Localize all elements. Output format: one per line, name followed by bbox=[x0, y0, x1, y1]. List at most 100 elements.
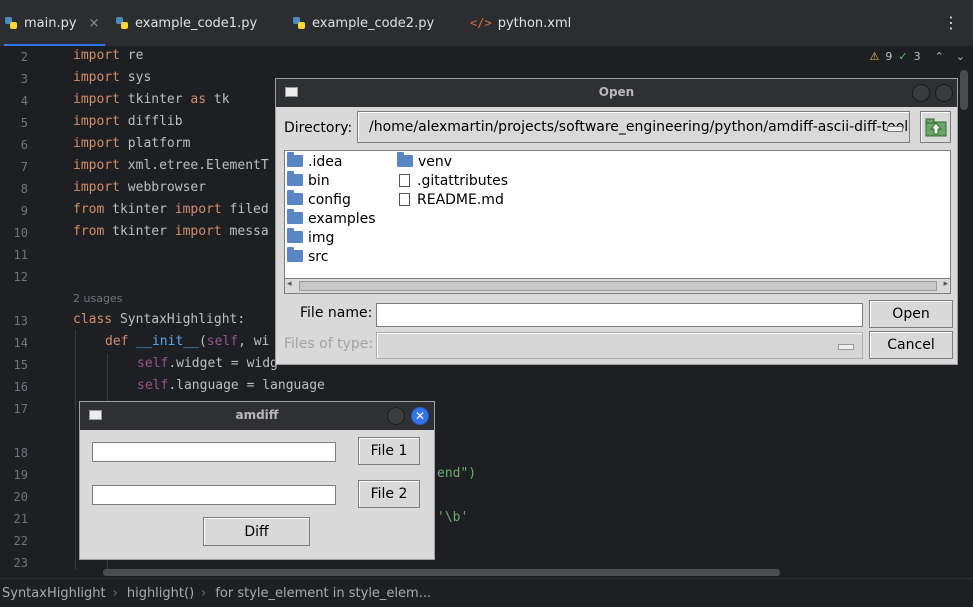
line-number: 18 bbox=[13, 446, 28, 460]
files-of-type-label: Files of type: bbox=[284, 336, 374, 352]
tab-example-code1[interactable]: example_code1.py bbox=[115, 0, 257, 46]
tab-example-code2[interactable]: example_code2.py bbox=[292, 0, 434, 46]
directory-path: /home/alexmartin/projects/software_engin… bbox=[369, 119, 909, 135]
file-list[interactable]: .idea bin config examples img src venv .… bbox=[284, 150, 951, 294]
dialog-titlebar[interactable]: Open bbox=[276, 79, 957, 107]
file-list-scrollbar[interactable]: ◂ ▸ bbox=[285, 278, 950, 293]
code-fragment[interactable]: end") bbox=[437, 466, 476, 481]
tab-label: python.xml bbox=[497, 15, 572, 31]
minimize-button[interactable] bbox=[387, 407, 405, 425]
line-number: 5 bbox=[20, 116, 28, 130]
warning-icon: ⚠ bbox=[869, 50, 880, 63]
tab-label: main.py bbox=[24, 15, 77, 31]
python-icon bbox=[116, 17, 128, 29]
chevron-down-icon[interactable]: ⌄ bbox=[956, 50, 965, 63]
files-of-type-dropdown[interactable] bbox=[376, 332, 863, 359]
chevron-right-icon: › bbox=[201, 585, 207, 601]
horizontal-scrollbar[interactable] bbox=[103, 569, 780, 576]
code-line[interactable]: self.widget = widg bbox=[137, 356, 278, 371]
code-line[interactable]: class SyntaxHighlight: bbox=[73, 312, 245, 327]
breadcrumb-item[interactable]: for style_element in style_elem... bbox=[215, 586, 431, 601]
folder-icon bbox=[287, 247, 303, 262]
line-number: 16 bbox=[13, 380, 28, 394]
file1-button[interactable]: File 1 bbox=[358, 437, 420, 465]
code-line[interactable]: import re bbox=[73, 48, 143, 63]
file2-path-input[interactable] bbox=[92, 485, 336, 505]
open-button[interactable]: Open bbox=[869, 300, 953, 328]
minimize-button[interactable] bbox=[912, 84, 930, 102]
code-line[interactable]: import xml.etree.ElementT bbox=[73, 158, 269, 173]
chevron-up-icon[interactable]: ⌃ bbox=[935, 50, 944, 63]
line-number: 4 bbox=[20, 94, 28, 108]
line-number: 2 bbox=[20, 50, 28, 64]
breadcrumb: SyntaxHighlight › highlight() › for styl… bbox=[0, 578, 973, 607]
code-line[interactable]: def __init__(self, wi bbox=[105, 334, 269, 349]
code-line[interactable]: from tkinter import messa bbox=[73, 224, 269, 239]
folder-icon bbox=[397, 152, 413, 167]
cancel-button[interactable]: Cancel bbox=[869, 331, 953, 359]
file-item[interactable]: .gitattributes bbox=[397, 173, 508, 189]
tab-label: example_code1.py bbox=[135, 15, 258, 31]
check-icon: ✓ bbox=[898, 50, 908, 63]
line-number: 13 bbox=[13, 314, 28, 328]
breadcrumb-item[interactable]: SyntaxHighlight bbox=[2, 586, 106, 601]
code-line[interactable]: import tkinter as tk bbox=[73, 92, 230, 107]
more-options-icon[interactable]: ⋮ bbox=[943, 13, 959, 32]
folder-item[interactable]: .idea bbox=[287, 152, 342, 170]
line-number: 8 bbox=[20, 182, 28, 196]
code-fragment[interactable]: '\b' bbox=[437, 510, 468, 525]
line-number: 21 bbox=[13, 512, 28, 526]
directory-label: Directory: bbox=[284, 120, 353, 136]
line-number: 12 bbox=[13, 270, 28, 284]
file-item[interactable]: README.md bbox=[397, 192, 504, 208]
folder-item[interactable]: src bbox=[287, 247, 328, 265]
file2-button[interactable]: File 2 bbox=[358, 480, 420, 508]
close-button[interactable]: ✕ bbox=[411, 407, 429, 425]
inspections-widget[interactable]: ⚠ 9 ✓ 3 ⌃ ⌄ bbox=[869, 50, 965, 63]
folder-item[interactable]: img bbox=[287, 228, 334, 246]
file1-path-input[interactable] bbox=[92, 442, 336, 462]
folder-icon bbox=[287, 171, 303, 186]
folder-item[interactable]: venv bbox=[397, 152, 452, 170]
scroll-left-icon[interactable]: ◂ bbox=[287, 279, 292, 289]
code-line[interactable]: import platform bbox=[73, 136, 190, 151]
close-icon[interactable]: × bbox=[89, 16, 100, 31]
folder-icon bbox=[287, 209, 303, 224]
code-line[interactable]: import difflib bbox=[73, 114, 183, 129]
folder-item[interactable]: examples bbox=[287, 209, 376, 227]
xml-icon: </> bbox=[470, 16, 492, 30]
file-icon bbox=[399, 174, 410, 187]
maximize-button[interactable] bbox=[935, 84, 953, 102]
usages-hint[interactable]: 2 usages bbox=[73, 292, 122, 305]
line-number: 14 bbox=[13, 336, 28, 350]
dialog-titlebar[interactable]: amdiff ✕ bbox=[80, 402, 434, 430]
directory-dropdown[interactable]: /home/alexmartin/projects/software_engin… bbox=[357, 111, 910, 143]
code-line[interactable]: import sys bbox=[73, 70, 151, 85]
code-line[interactable]: from tkinter import filed bbox=[73, 202, 269, 217]
editor-tab-bar: main.py × example_code1.py example_code2… bbox=[0, 0, 973, 47]
amdiff-window: amdiff ✕ File 1 File 2 Diff bbox=[79, 401, 435, 560]
breadcrumb-item[interactable]: highlight() bbox=[127, 586, 194, 601]
open-file-dialog: Open Directory: /home/alexmartin/project… bbox=[275, 78, 958, 365]
tab-python-xml[interactable]: </> python.xml bbox=[470, 0, 571, 46]
tab-main-py[interactable]: main.py × bbox=[4, 0, 106, 46]
line-number: 9 bbox=[20, 204, 28, 218]
folder-item[interactable]: bin bbox=[287, 171, 330, 189]
diff-button[interactable]: Diff bbox=[203, 517, 310, 546]
up-directory-button[interactable] bbox=[920, 111, 951, 143]
folder-icon bbox=[287, 228, 303, 243]
folder-item[interactable]: config bbox=[287, 190, 351, 208]
folder-icon bbox=[287, 190, 303, 205]
scrollbar-thumb[interactable] bbox=[299, 281, 937, 291]
code-line[interactable]: self.language = language bbox=[137, 378, 325, 393]
line-number: 20 bbox=[13, 490, 28, 504]
file-name-input[interactable] bbox=[376, 303, 863, 327]
file-name-label: File name: bbox=[300, 305, 373, 321]
tab-label: example_code2.py bbox=[312, 15, 435, 31]
vertical-scrollbar[interactable] bbox=[960, 70, 968, 110]
line-number: 19 bbox=[13, 468, 28, 482]
scroll-right-icon[interactable]: ▸ bbox=[943, 279, 948, 289]
file-icon bbox=[399, 193, 410, 206]
code-line[interactable]: import webbrowser bbox=[73, 180, 206, 195]
dropdown-indicator-icon bbox=[887, 126, 903, 132]
